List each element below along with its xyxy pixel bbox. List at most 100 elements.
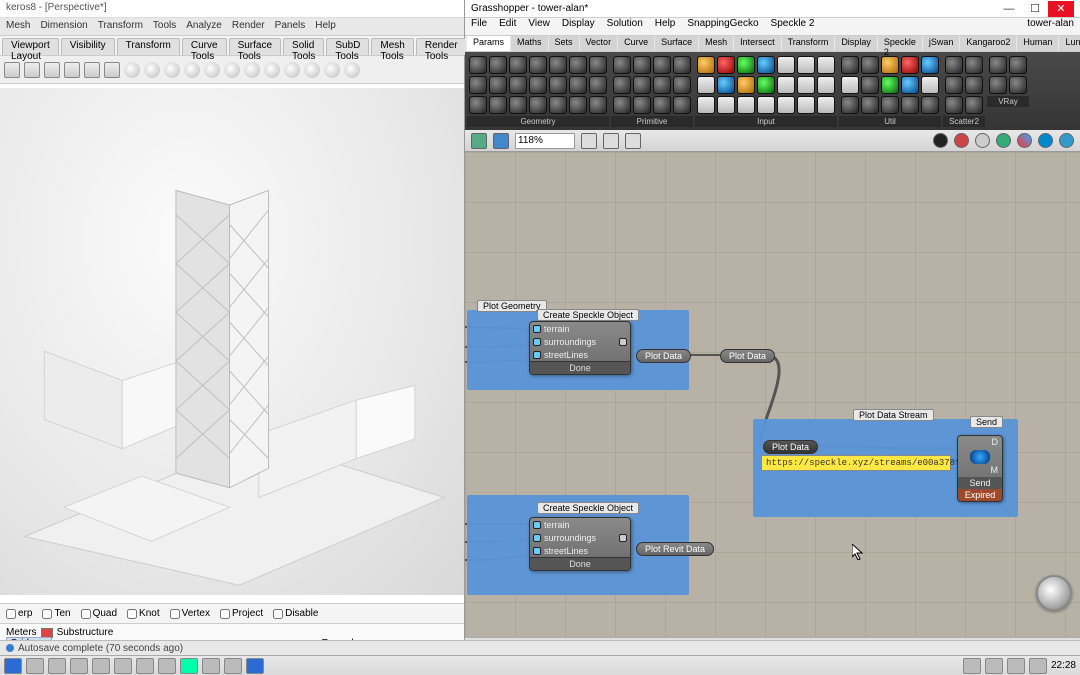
tray-icon[interactable] — [1007, 658, 1025, 674]
ribbon-icon[interactable] — [777, 56, 795, 74]
input-port[interactable] — [533, 351, 541, 359]
rtab[interactable]: jSwan — [923, 36, 960, 51]
preview-icon[interactable] — [603, 133, 619, 149]
ribbon-icon[interactable] — [549, 76, 567, 94]
ribbon-icon[interactable] — [653, 76, 671, 94]
ribbon-icon[interactable] — [737, 56, 755, 74]
gh-filename[interactable]: tower-alan — [1027, 18, 1074, 35]
ribbon-icon[interactable] — [469, 96, 487, 114]
layer-name[interactable]: Substructure — [57, 627, 114, 638]
ribbon-icon[interactable] — [965, 76, 983, 94]
tool-icon[interactable] — [4, 62, 20, 78]
rtab[interactable]: Params — [467, 36, 510, 51]
ribbon-icon[interactable] — [489, 76, 507, 94]
tool-icon[interactable] — [304, 62, 320, 78]
ribbon-icon[interactable] — [633, 96, 651, 114]
output-port[interactable] — [619, 338, 627, 346]
ribbon-icon[interactable] — [861, 56, 879, 74]
ribbon-icon[interactable] — [673, 96, 691, 114]
taskbar-icon[interactable] — [224, 658, 242, 674]
tray-icon[interactable] — [963, 658, 981, 674]
tool-icon[interactable] — [44, 62, 60, 78]
ribbon-icon[interactable] — [757, 96, 775, 114]
ribbon-icon[interactable] — [817, 56, 835, 74]
ribbon-icon[interactable] — [945, 76, 963, 94]
mi[interactable]: Speckle 2 — [771, 18, 815, 35]
ribbon-icon[interactable] — [613, 96, 631, 114]
tab[interactable]: SubD Tools — [326, 38, 369, 55]
tool-icon[interactable] — [204, 62, 220, 78]
osnap-item[interactable]: Ten — [42, 608, 70, 619]
tool-icon[interactable] — [324, 62, 340, 78]
url-panel[interactable]: https://speckle.xyz/streams/e00a378fd5 — [761, 455, 951, 471]
rtab[interactable]: Human — [1017, 36, 1058, 51]
tab[interactable]: Curve Tools — [182, 38, 227, 55]
ribbon-icon[interactable] — [965, 96, 983, 114]
ribbon-icon[interactable] — [989, 76, 1007, 94]
rtab[interactable]: LunchBox — [1059, 36, 1080, 51]
rtab[interactable]: Curve — [618, 36, 654, 51]
ribbon-icon[interactable] — [613, 56, 631, 74]
ribbon-icon[interactable] — [673, 76, 691, 94]
tool-icon[interactable] — [344, 62, 360, 78]
ribbon-icon[interactable] — [633, 76, 651, 94]
osnap-item[interactable]: erp — [6, 608, 32, 619]
tool-icon[interactable] — [124, 62, 140, 78]
gh-canvas[interactable]: Plot Geometry Create Speckle Object terr… — [465, 152, 1080, 637]
rtab[interactable]: Transform — [782, 36, 835, 51]
tool-icon[interactable] — [104, 62, 120, 78]
input-port[interactable] — [533, 547, 541, 555]
input-port[interactable] — [533, 534, 541, 542]
ribbon-icon[interactable] — [1009, 56, 1027, 74]
ribbon-icon[interactable] — [1009, 76, 1027, 94]
rtab[interactable]: Speckle 2 — [878, 36, 922, 51]
rtab[interactable]: Intersect — [734, 36, 781, 51]
mi[interactable]: View — [528, 18, 550, 35]
ribbon-icon[interactable] — [757, 56, 775, 74]
ribbon-icon[interactable] — [817, 96, 835, 114]
ribbon-icon[interactable] — [881, 56, 899, 74]
tool-icon[interactable] — [284, 62, 300, 78]
tool-icon[interactable] — [184, 62, 200, 78]
tray-icon[interactable] — [985, 658, 1003, 674]
ribbon-icon[interactable] — [529, 56, 547, 74]
ribbon-icon[interactable] — [901, 56, 919, 74]
tab[interactable]: Render Tools — [416, 38, 467, 55]
tool-icon[interactable] — [144, 62, 160, 78]
ribbon-icon[interactable] — [469, 56, 487, 74]
tool-icon[interactable] — [264, 62, 280, 78]
ribbon-icon[interactable] — [613, 76, 631, 94]
ribbon-icon[interactable] — [717, 96, 735, 114]
mi[interactable]: Display — [562, 18, 595, 35]
ribbon-icon[interactable] — [901, 96, 919, 114]
gh-ribbon-tabs[interactable]: Params Maths Sets Vector Curve Surface M… — [465, 36, 1080, 52]
mi[interactable]: Tools — [153, 20, 176, 33]
ribbon-icon[interactable] — [697, 76, 715, 94]
ribbon-icon[interactable] — [777, 76, 795, 94]
taskbar-icon[interactable] — [92, 658, 110, 674]
ribbon-icon[interactable] — [697, 56, 715, 74]
rtab[interactable]: Display — [835, 36, 877, 51]
taskbar-icon[interactable] — [48, 658, 66, 674]
rtab[interactable]: Kangaroo2 — [960, 36, 1016, 51]
gh-menubar[interactable]: File Edit View Display Solution Help Sna… — [465, 18, 1080, 36]
gh-ribbon[interactable]: Geometry Primitive Input Util — [465, 52, 1080, 130]
ribbon-icon[interactable] — [509, 56, 527, 74]
tray-icon[interactable] — [1029, 658, 1047, 674]
rtab[interactable]: Vector — [580, 36, 618, 51]
rhino-viewport[interactable] — [0, 88, 464, 595]
taskbar-icon[interactable] — [202, 658, 220, 674]
ribbon-icon[interactable] — [989, 56, 1007, 74]
windows-taskbar[interactable]: 22:28 — [0, 655, 1080, 675]
mi[interactable]: Help — [315, 20, 336, 33]
ribbon-icon[interactable] — [901, 76, 919, 94]
ribbon-icon[interactable] — [965, 56, 983, 74]
ribbon-icon[interactable] — [549, 56, 567, 74]
mi[interactable]: File — [471, 18, 487, 35]
minimize-button[interactable]: — — [996, 1, 1022, 17]
mi[interactable]: Mesh — [6, 20, 30, 33]
taskbar-icon[interactable] — [180, 658, 198, 674]
ribbon-icon[interactable] — [717, 76, 735, 94]
mi[interactable]: Render — [232, 20, 265, 33]
ribbon-icon[interactable] — [653, 56, 671, 74]
